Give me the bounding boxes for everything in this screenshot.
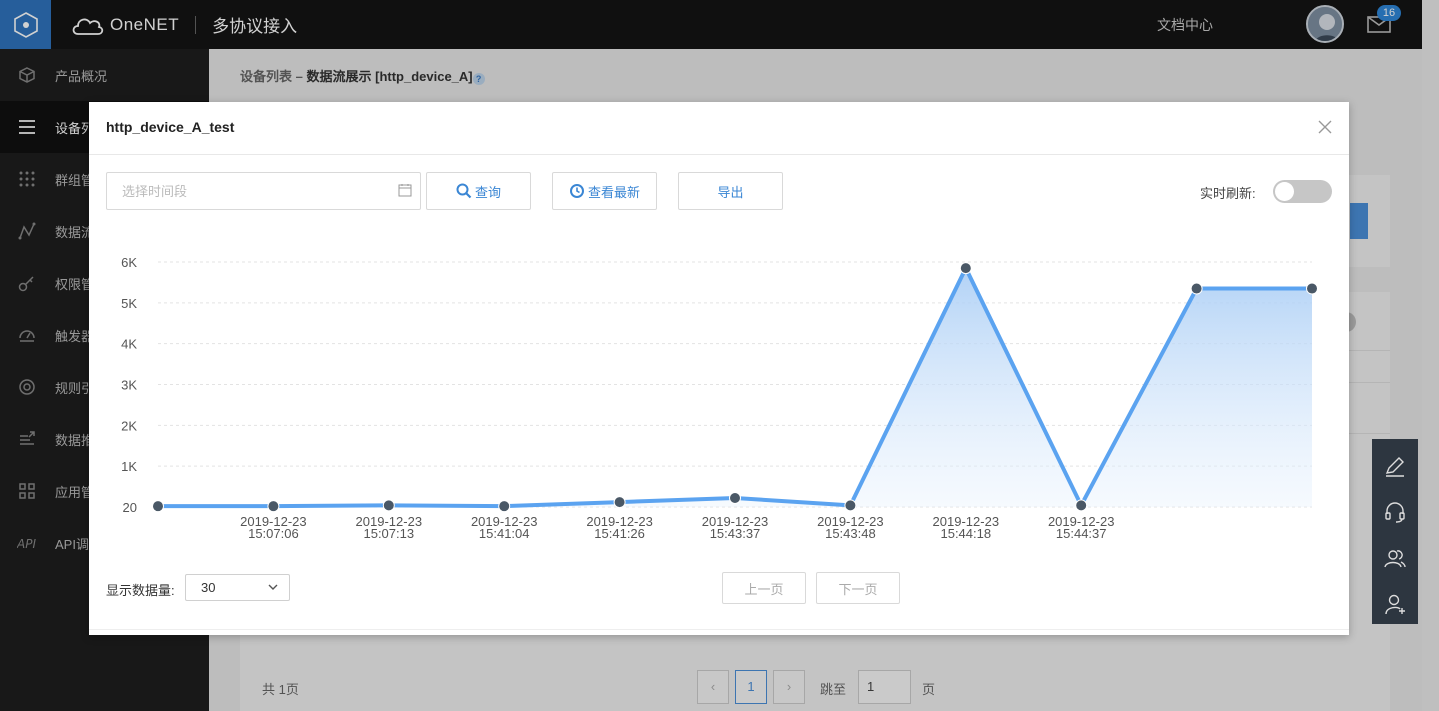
prev-page-button[interactable]: 上一页 bbox=[722, 572, 806, 604]
headset-icon bbox=[1385, 502, 1405, 523]
community-tool-button[interactable] bbox=[1372, 535, 1418, 581]
x-tick-time: 15:43:37 bbox=[710, 526, 761, 541]
data-point bbox=[152, 500, 164, 513]
toggle-knob bbox=[1275, 182, 1294, 201]
search-icon bbox=[456, 183, 472, 199]
pencil-icon bbox=[1385, 457, 1404, 477]
data-point bbox=[613, 496, 626, 509]
close-icon[interactable] bbox=[1315, 117, 1335, 137]
modal-footer-divider bbox=[89, 629, 1349, 630]
data-point bbox=[267, 500, 280, 513]
data-point bbox=[1190, 282, 1203, 295]
data-point bbox=[959, 262, 972, 275]
x-tick-time: 15:07:13 bbox=[363, 526, 414, 541]
x-tick-time: 15:43:48 bbox=[825, 526, 876, 541]
support-tool-button[interactable] bbox=[1372, 489, 1418, 535]
y-tick-label: 3K bbox=[121, 378, 137, 393]
y-tick-label: 4K bbox=[121, 337, 137, 352]
x-tick-time: 15:41:04 bbox=[479, 526, 530, 541]
view-latest-button[interactable]: 查看最新 bbox=[552, 172, 657, 210]
datastream-modal: http_device_A_test 查询 查看最新 导出 实时刷新: 6K 5K… bbox=[89, 102, 1349, 635]
data-count-select[interactable]: 30 bbox=[185, 574, 290, 601]
x-tick-time: 15:07:06 bbox=[248, 526, 299, 541]
date-range-picker[interactable] bbox=[106, 172, 421, 210]
edit-tool-button[interactable] bbox=[1372, 443, 1418, 489]
export-button-label: 导出 bbox=[717, 184, 744, 200]
modal-header: http_device_A_test bbox=[89, 102, 1349, 155]
y-tick-label: 6K bbox=[121, 255, 137, 270]
data-count-value: 30 bbox=[201, 580, 216, 595]
y-tick-label: 1K bbox=[121, 459, 137, 474]
y-tick-label: 20 bbox=[123, 500, 137, 515]
data-point bbox=[1075, 499, 1088, 512]
data-point bbox=[382, 499, 395, 512]
realtime-refresh-label: 实时刷新: bbox=[1200, 186, 1256, 201]
add-user-icon bbox=[1385, 594, 1405, 615]
data-point bbox=[844, 499, 857, 512]
y-tick-label: 2K bbox=[121, 418, 137, 433]
y-tick-label: 5K bbox=[121, 296, 137, 311]
x-tick-time: 15:41:26 bbox=[594, 526, 645, 541]
data-point bbox=[498, 500, 511, 513]
data-point bbox=[729, 492, 741, 505]
chevron-down-icon bbox=[268, 584, 278, 590]
refresh-clock-icon bbox=[569, 184, 584, 198]
query-button-label: 查询 bbox=[474, 184, 501, 200]
next-page-button[interactable]: 下一页 bbox=[816, 572, 900, 604]
view-latest-label: 查看最新 bbox=[587, 184, 640, 200]
export-button[interactable]: 导出 bbox=[678, 172, 783, 210]
datastream-chart: 6K5K4K3K2K1K202019-12-2315:07:062019-12-… bbox=[121, 255, 1318, 541]
series-area bbox=[158, 268, 1312, 507]
data-count-label: 显示数据量: bbox=[106, 583, 175, 598]
date-range-input[interactable] bbox=[107, 173, 387, 209]
floating-toolbar bbox=[1372, 439, 1418, 624]
x-tick-time: 15:44:37 bbox=[1056, 526, 1107, 541]
x-tick-time: 15:44:18 bbox=[940, 526, 991, 541]
modal-title: http_device_A_test bbox=[106, 119, 235, 135]
calendar-icon[interactable] bbox=[398, 183, 412, 197]
users-icon bbox=[1384, 550, 1406, 568]
query-button[interactable]: 查询 bbox=[426, 172, 531, 210]
data-point bbox=[1306, 282, 1318, 295]
realtime-refresh-toggle[interactable] bbox=[1273, 180, 1332, 203]
add-user-tool-button[interactable] bbox=[1372, 581, 1418, 627]
